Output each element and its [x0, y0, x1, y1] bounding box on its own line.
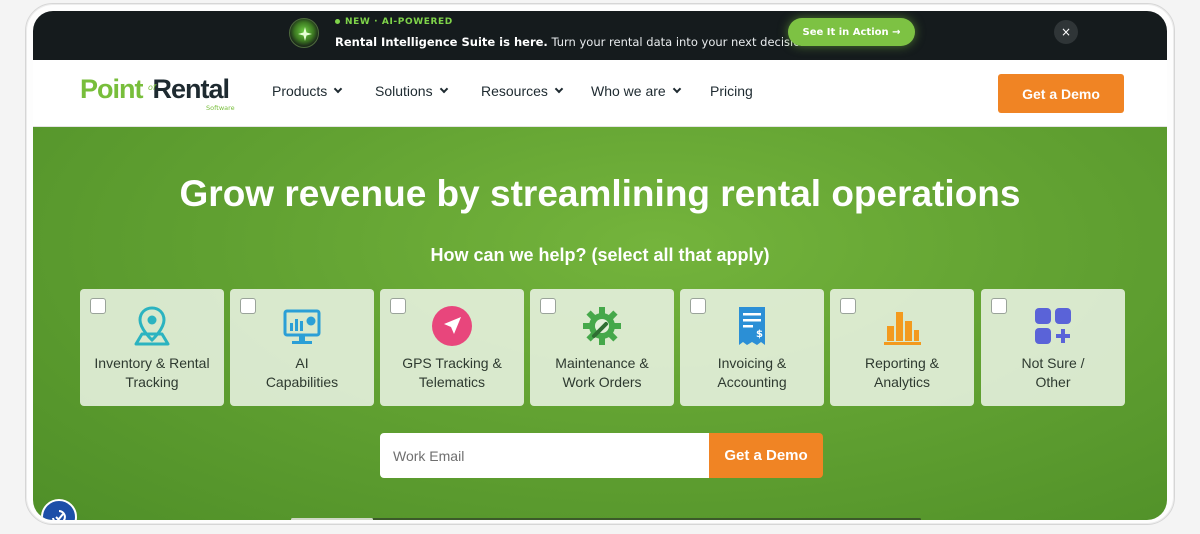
navigation-arrow-icon: [432, 306, 472, 346]
nav-products[interactable]: Products: [272, 83, 343, 99]
bar-chart-icon: [884, 312, 921, 345]
announcement-message: Rental Intelligence Suite is here. Turn …: [335, 35, 811, 49]
nav-pricing[interactable]: Pricing: [710, 83, 753, 99]
option-label: Invoicing & Accounting: [717, 355, 787, 390]
option-checkbox[interactable]: [690, 298, 706, 314]
grid-plus-icon: [1035, 308, 1071, 344]
chevron-down-icon: [439, 84, 448, 94]
map-pin-icon: [134, 306, 170, 346]
option-ai-capabilities[interactable]: AI Capabilities: [230, 289, 374, 406]
nav-resources[interactable]: Resources: [481, 83, 564, 99]
option-checkbox[interactable]: [991, 298, 1007, 314]
announcement-bar: NEW · AI-POWERED Rental Intelligence Sui…: [33, 11, 1167, 60]
option-invoicing-accounting[interactable]: $ Invoicing & Accounting: [680, 289, 824, 406]
dashboard-monitor-icon: [283, 309, 321, 344]
option-label: Inventory & Rental Tracking: [94, 355, 210, 390]
option-label: Not Sure / Other: [1021, 355, 1085, 390]
option-checkbox[interactable]: [90, 298, 106, 314]
option-maintenance-work-orders[interactable]: Maintenance & Work Orders: [530, 289, 674, 406]
chevron-down-icon: [334, 84, 343, 94]
option-checkbox[interactable]: [390, 298, 406, 314]
carousel-progress-bar: [291, 518, 921, 520]
browser-viewport: NEW · AI-POWERED Rental Intelligence Sui…: [33, 11, 1167, 520]
wrench-gear-icon: [583, 307, 621, 345]
option-label: Maintenance & Work Orders: [555, 355, 649, 390]
demo-request-form: Get a Demo: [380, 433, 823, 478]
option-checkbox[interactable]: [240, 298, 256, 314]
announcement-text: Turn your rental data into your next dec…: [551, 35, 812, 49]
hero-subtitle: How can we help? (select all that apply): [430, 245, 770, 265]
chevron-down-icon: [672, 84, 681, 94]
sparkle-orb-icon: [289, 18, 319, 48]
announcement-headline: Rental Intelligence Suite is here.: [335, 35, 548, 49]
option-label: GPS Tracking & Telematics: [402, 355, 502, 390]
option-inventory-rental-tracking[interactable]: Inventory & Rental Tracking: [80, 289, 224, 406]
option-label: AI Capabilities: [265, 355, 339, 390]
accessibility-widget-icon[interactable]: [41, 499, 77, 520]
option-checkbox[interactable]: [840, 298, 856, 314]
nav-solutions[interactable]: Solutions: [375, 83, 448, 99]
close-announcement-button[interactable]: ×: [1054, 20, 1078, 44]
announcement-tagline: NEW · AI-POWERED: [335, 17, 453, 27]
receipt-icon: $: [739, 307, 765, 345]
option-gps-tracking-telematics[interactable]: GPS Tracking & Telematics: [380, 289, 524, 406]
svg-text:$: $: [756, 329, 763, 340]
hero-get-a-demo-button[interactable]: Get a Demo: [709, 433, 823, 478]
nav-get-a-demo-button[interactable]: Get a Demo: [998, 74, 1124, 113]
hero-section: Grow revenue by streamlining rental oper…: [33, 127, 1167, 520]
nav-who-we-are[interactable]: Who we are: [591, 83, 681, 99]
option-checkbox[interactable]: [540, 298, 556, 314]
main-nav: Point Rental of Software Products Solutio…: [33, 60, 1167, 127]
work-email-input[interactable]: [380, 433, 710, 478]
option-label: Reporting & Analytics: [865, 355, 939, 390]
option-reporting-analytics[interactable]: Reporting & Analytics: [830, 289, 974, 406]
option-not-sure-other[interactable]: Not Sure / Other: [981, 289, 1125, 406]
see-it-in-action-button[interactable]: See It in Action →: [788, 18, 915, 46]
point-of-rental-logo[interactable]: Point Rental of Software: [80, 74, 235, 112]
hero-title: Grow revenue by streamlining rental oper…: [179, 173, 1021, 214]
chevron-down-icon: [554, 84, 564, 94]
